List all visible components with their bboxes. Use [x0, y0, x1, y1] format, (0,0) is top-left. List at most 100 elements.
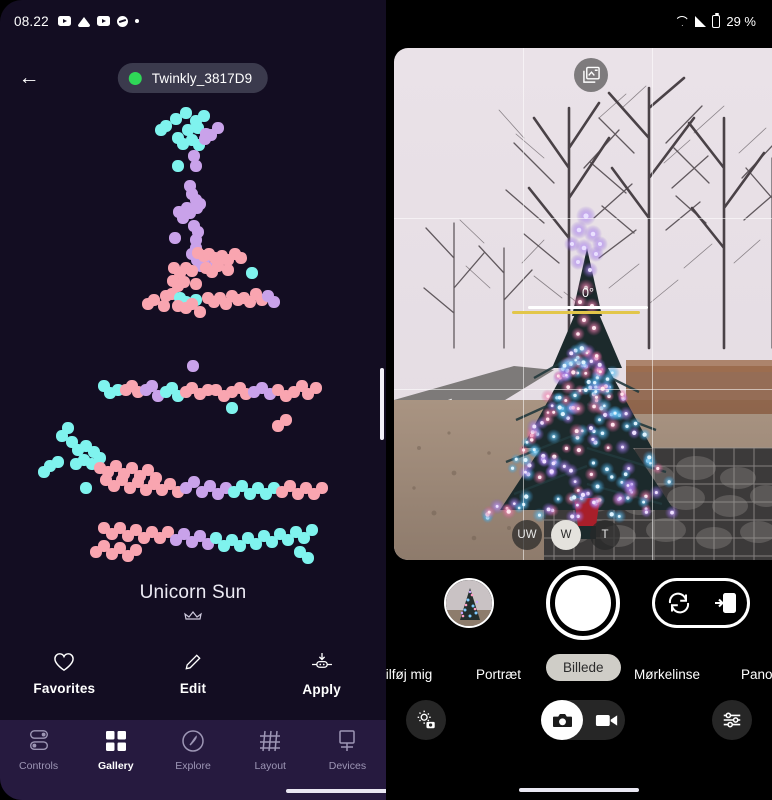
- light-dot: [198, 110, 210, 122]
- effect-action-row: Favorites Edit Apply: [0, 652, 386, 720]
- light-dot: [186, 265, 198, 277]
- light-dot: [190, 160, 202, 172]
- zoom-tele-button[interactable]: T: [590, 520, 620, 550]
- light-dot: [172, 160, 184, 172]
- tab-controls[interactable]: Controls: [0, 729, 77, 800]
- sliders-toggle-icon: [29, 730, 48, 750]
- level-yellow-line: [512, 311, 640, 314]
- level-degrees-label: 0°: [582, 286, 594, 300]
- thumbnail-image: [446, 580, 492, 626]
- edit-label: Edit: [179, 681, 207, 696]
- camera-viewfinder[interactable]: 0° UW W T: [394, 48, 772, 560]
- favorites-label: Favorites: [33, 681, 96, 696]
- camera-flip-icon: [668, 592, 689, 614]
- grid-squares-icon: [105, 731, 126, 751]
- video-camera-icon: [595, 714, 618, 726]
- status-time: 08.22: [14, 13, 49, 29]
- device-name-label: Twinkly_3817D9: [151, 70, 253, 86]
- light-dot: [316, 482, 328, 494]
- light-dot: [62, 422, 74, 434]
- video-mode-button[interactable]: [595, 700, 619, 740]
- mode-panorama[interactable]: Panor: [741, 667, 772, 682]
- app-header: ← Twinkly_3817D9: [0, 58, 386, 98]
- wifi-icon: [675, 16, 689, 26]
- back-button[interactable]: ←: [14, 62, 44, 92]
- camera-mode-strip: Tilføj mig Portræt Billede Mørkelinse Pa…: [386, 654, 772, 690]
- device-icon: [339, 730, 356, 751]
- light-dot: [194, 306, 206, 318]
- level-indicator: 0°: [394, 286, 772, 314]
- light-dot: [168, 262, 180, 274]
- zoom-ultrawide-button[interactable]: UW: [512, 520, 542, 550]
- camera-settings-button[interactable]: [406, 700, 446, 740]
- light-dot: [178, 276, 190, 288]
- mode-tilfoej-mig[interactable]: Tilføj mig: [386, 667, 432, 682]
- device-selector-pill[interactable]: Twinkly_3817D9: [117, 63, 269, 93]
- dual-screenshot: 08.22 ← Twinkly_3817D9 Unicorn Sun Favor…: [0, 0, 772, 800]
- tab-layout-label: Layout: [254, 760, 286, 772]
- youtube-icon: [57, 16, 71, 26]
- photo-mode-button[interactable]: [541, 700, 583, 740]
- mode-portraet[interactable]: Portræt: [476, 667, 521, 682]
- light-dot: [310, 382, 322, 394]
- apply-button[interactable]: Apply: [257, 652, 386, 720]
- tune-sliders-icon: [723, 712, 741, 728]
- light-dot: [306, 524, 318, 536]
- vertical-scrollbar[interactable]: [380, 368, 384, 440]
- dot-icon: [134, 19, 139, 23]
- light-dot: [222, 264, 234, 276]
- light-dot: [130, 544, 142, 556]
- light-dot: [155, 124, 167, 136]
- effect-title: Unicorn Sun: [139, 582, 247, 603]
- messenger-icon: [116, 15, 128, 27]
- camera-controls-row: [386, 566, 772, 646]
- shutter-button[interactable]: [546, 566, 620, 640]
- compass-icon: [182, 730, 204, 752]
- light-dot: [302, 552, 314, 564]
- light-dot: [205, 129, 217, 141]
- light-dot: [191, 202, 203, 214]
- camera-app-pane: 29 % 0° UW W T ilføj mig Portræt Billede…: [386, 0, 772, 800]
- camera-settings-icon: [417, 710, 435, 729]
- light-dot: [169, 232, 181, 244]
- crown-icon: [0, 610, 386, 625]
- tab-devices-label: Devices: [328, 760, 367, 772]
- grid-hash-icon: [260, 730, 281, 752]
- left-status-bar: 08.22: [0, 0, 386, 42]
- last-photo-thumbnail[interactable]: [444, 578, 494, 628]
- signal-icon: [695, 15, 707, 27]
- light-dot: [268, 296, 280, 308]
- heart-icon: [54, 653, 75, 672]
- right-status-bar: 29 %: [386, 0, 772, 42]
- tab-explore-label: Explore: [175, 760, 211, 772]
- status-notification-icons: [57, 15, 139, 27]
- light-dot: [190, 278, 202, 290]
- tab-explore[interactable]: Explore: [154, 729, 231, 800]
- photo-magic-icon[interactable]: [574, 58, 608, 92]
- light-dot: [44, 460, 56, 472]
- twinkly-app-pane: 08.22 ← Twinkly_3817D9 Unicorn Sun Favor…: [0, 0, 386, 800]
- tab-gallery[interactable]: Gallery: [77, 729, 154, 800]
- apply-label: Apply: [302, 682, 341, 697]
- light-dot: [80, 482, 92, 494]
- mode-moerkelinse[interactable]: Mørkelinse: [634, 667, 700, 682]
- level-white-line: [528, 306, 648, 309]
- camera-switch-pill[interactable]: [652, 578, 750, 628]
- battery-percent-label: 29 %: [726, 13, 756, 29]
- apply-download-icon: [311, 652, 332, 668]
- light-dot: [246, 267, 258, 279]
- light-dot: [226, 402, 238, 414]
- photo-camera-icon: [552, 713, 572, 727]
- youtube-icon: [96, 16, 110, 26]
- screen-flash-icon: [714, 593, 736, 613]
- tab-controls-label: Controls: [19, 760, 59, 772]
- zoom-wide-button[interactable]: W: [551, 520, 581, 550]
- zoom-level-row: UW W T: [512, 520, 620, 550]
- favorites-button[interactable]: Favorites: [0, 652, 129, 720]
- light-dot: [158, 300, 170, 312]
- edit-button[interactable]: Edit: [129, 652, 258, 720]
- mode-billede[interactable]: Billede: [546, 654, 621, 681]
- light-map-preview[interactable]: [0, 107, 386, 568]
- camera-tune-button[interactable]: [712, 700, 752, 740]
- home-indicator: [286, 788, 386, 793]
